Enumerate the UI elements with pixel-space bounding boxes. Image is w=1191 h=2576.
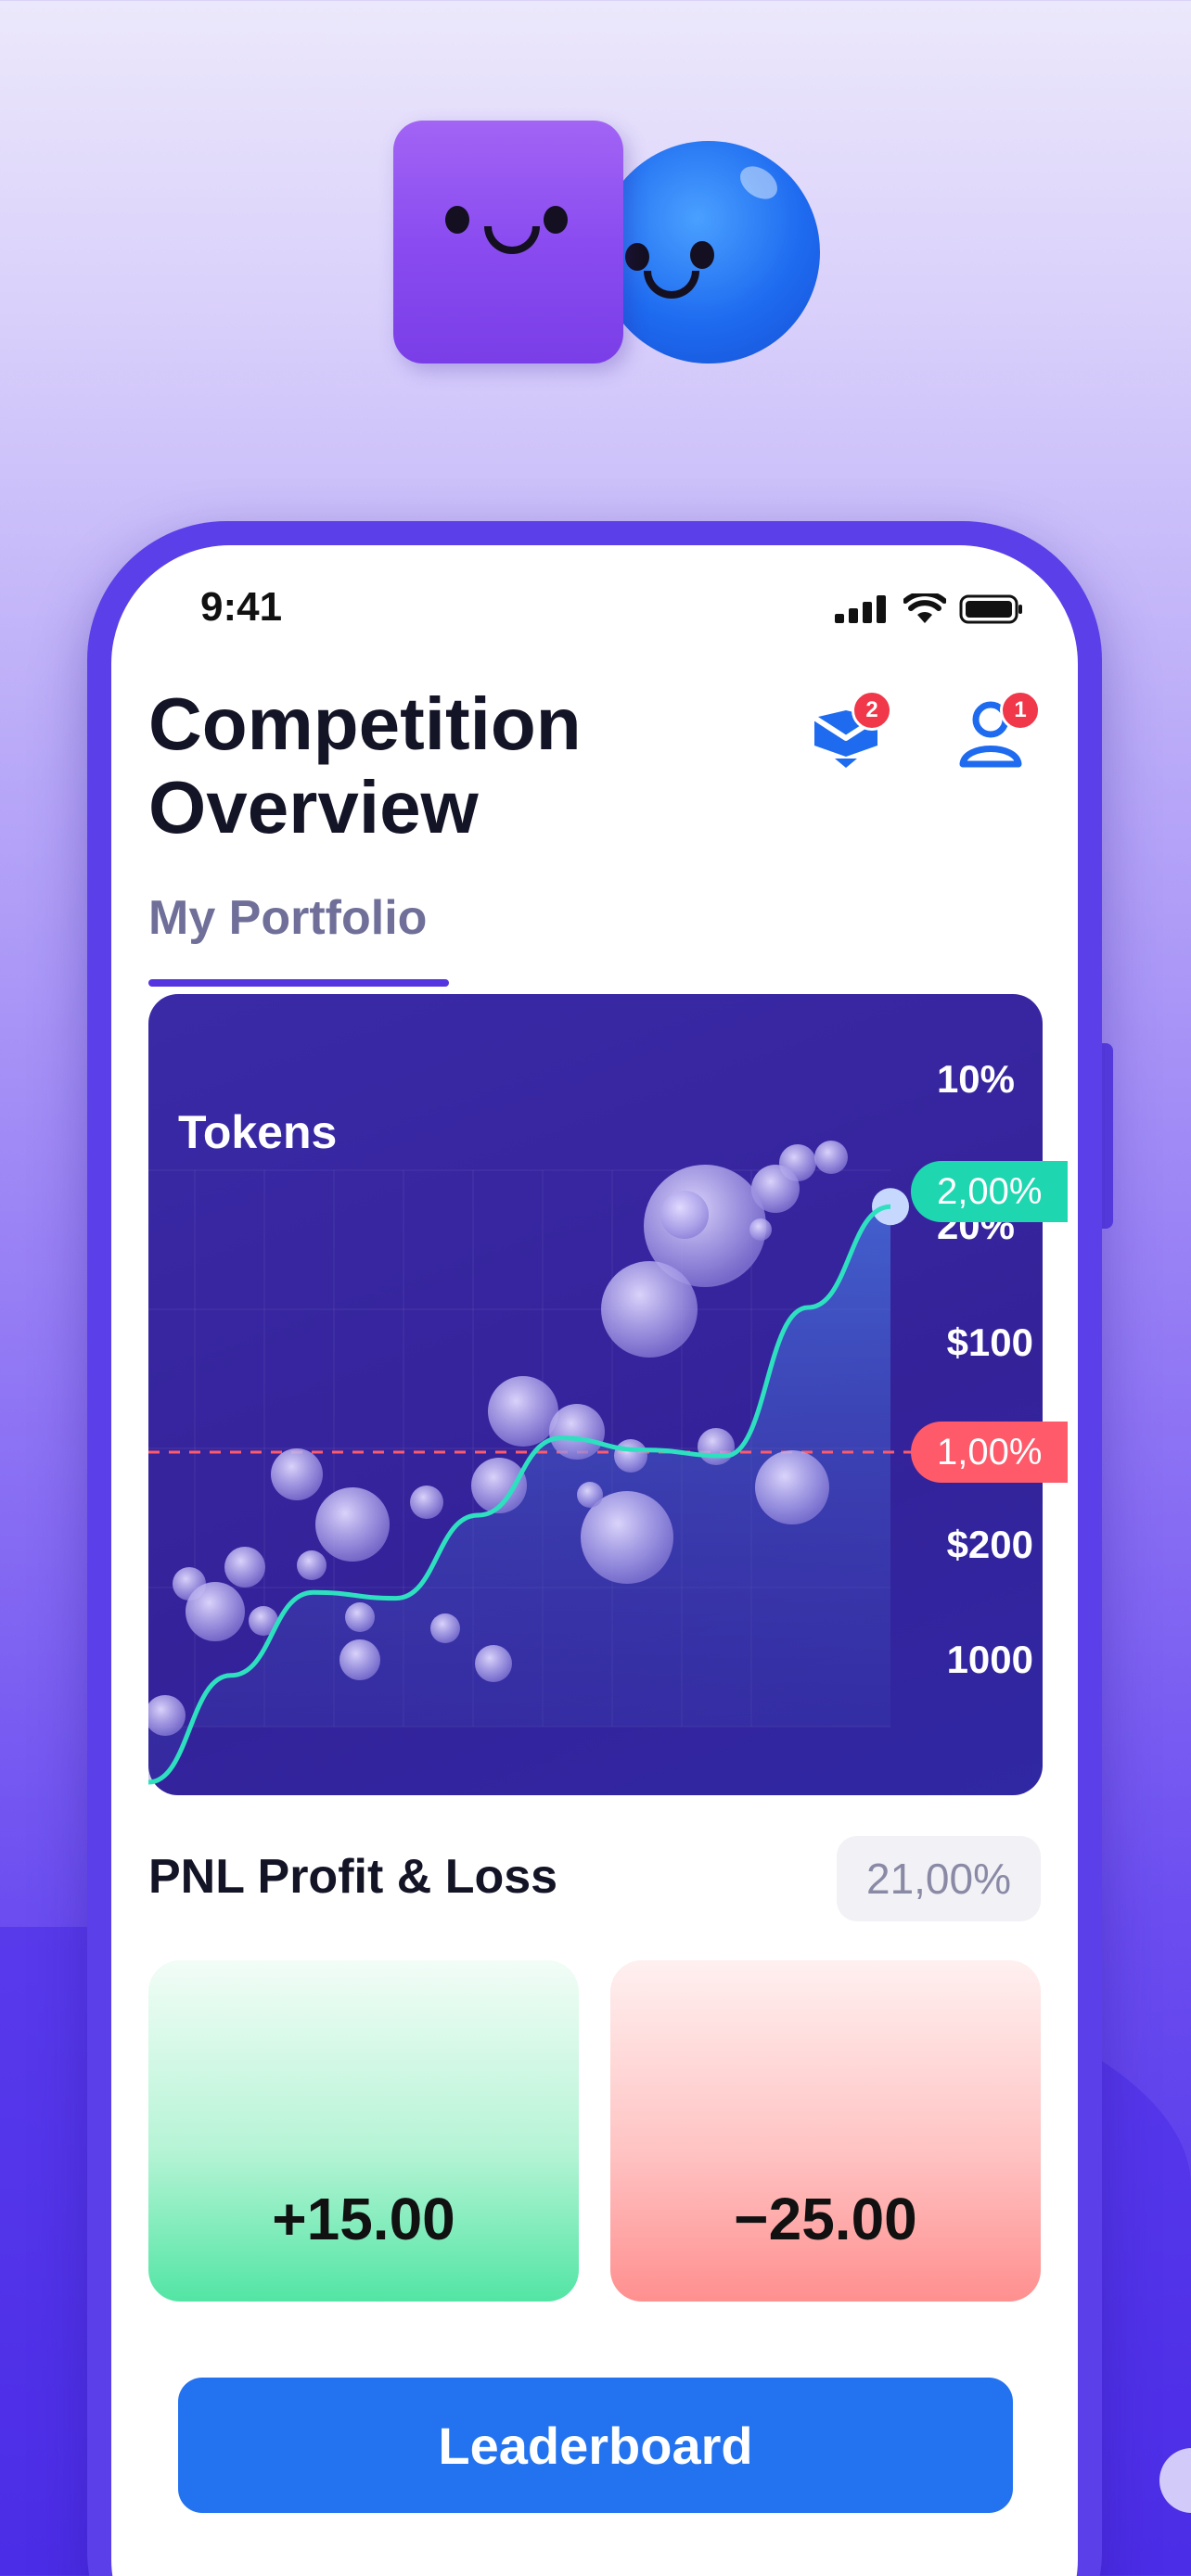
tab-active-indicator xyxy=(148,979,449,987)
bubble-marker xyxy=(755,1450,829,1524)
pnl-percent-badge: 21,00% xyxy=(837,1836,1041,1921)
tab-my-portfolio[interactable]: My Portfolio xyxy=(148,890,427,946)
signal-icon xyxy=(835,595,886,623)
bubble-marker xyxy=(549,1404,605,1460)
mail-badge: 2 xyxy=(852,690,892,731)
reference-value-pill: 1,00% xyxy=(911,1422,1069,1483)
y-tick-label: $200 xyxy=(946,1523,1033,1566)
bubble-marker xyxy=(339,1639,380,1680)
wifi-icon xyxy=(903,593,946,623)
bubble-marker xyxy=(430,1613,460,1643)
y-tick-label: 10% xyxy=(936,1057,1015,1101)
tokens-chart-card: Tokens 10% 20% $100 $200 1000 2,00% 1,00… xyxy=(148,994,1069,1795)
current-value-pill: 2,00% xyxy=(911,1161,1069,1222)
bubble-marker xyxy=(345,1602,375,1632)
status-bar: 9:41 xyxy=(111,545,1078,675)
mascot-illustration xyxy=(393,121,820,371)
bubble-marker xyxy=(271,1448,323,1500)
status-icons xyxy=(835,593,1024,625)
y-tick-label: $100 xyxy=(946,1320,1033,1364)
y-tick-label: 1000 xyxy=(946,1638,1033,1681)
phone-screen: 9:41 Competition Overview 2 1 My Portfol… xyxy=(111,545,1078,2576)
profit-value: +15.00 xyxy=(272,2186,455,2252)
inbox-button[interactable]: 2 xyxy=(803,690,892,775)
bubble-marker xyxy=(601,1261,698,1358)
bubble-marker xyxy=(488,1376,558,1447)
profile-badge: 1 xyxy=(1000,690,1041,731)
bubble-marker xyxy=(315,1487,390,1562)
bubble-marker xyxy=(814,1141,848,1174)
leaderboard-button[interactable]: Leaderboard xyxy=(178,2378,1013,2513)
bubble-marker xyxy=(475,1645,512,1682)
bubble-marker xyxy=(698,1428,735,1465)
blue-circle-mascot xyxy=(597,141,820,363)
bubble-marker xyxy=(749,1218,772,1241)
purple-square-mascot xyxy=(393,121,623,363)
page-title: Competition Overview xyxy=(148,682,582,848)
phone-side-button xyxy=(1100,1043,1113,1229)
bubble-marker xyxy=(577,1482,603,1508)
status-time: 9:41 xyxy=(200,584,283,630)
bubble-marker xyxy=(186,1582,245,1641)
bubble-marker xyxy=(410,1486,443,1519)
loss-card[interactable]: −25.00 xyxy=(610,1960,1041,2302)
tokens-chart xyxy=(148,1141,918,1785)
loss-value: −25.00 xyxy=(734,2186,917,2252)
pnl-title: PNL Profit & Loss xyxy=(148,1850,558,1904)
bubble-marker xyxy=(660,1191,709,1239)
profile-button[interactable]: 1 xyxy=(952,690,1041,775)
profit-card[interactable]: +15.00 xyxy=(148,1960,579,2302)
bubble-marker xyxy=(297,1550,327,1580)
bubble-marker xyxy=(614,1439,647,1473)
battery-icon xyxy=(959,594,1022,624)
bubble-marker xyxy=(224,1547,265,1588)
